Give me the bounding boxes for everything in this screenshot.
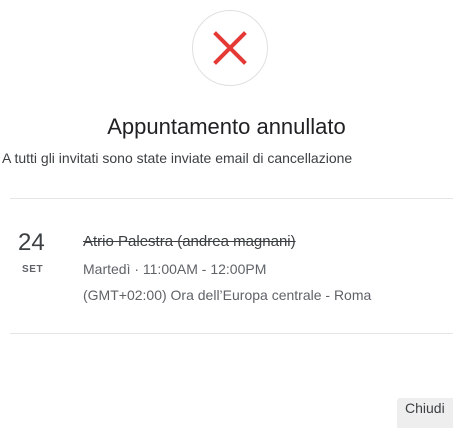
bottom-divider xyxy=(10,333,453,334)
top-divider xyxy=(10,198,453,199)
cancellation-dialog: Appuntamento annullato A tutti gli invit… xyxy=(0,0,453,428)
event-date-day: 24 xyxy=(18,229,45,256)
dialog-subtitle: A tutti gli invitati sono state inviate … xyxy=(2,150,353,166)
event-title: Atrio Palestra (andrea magnani) xyxy=(83,233,296,250)
status-circle xyxy=(192,10,268,86)
close-x-icon xyxy=(213,31,247,65)
close-button-label: Chiudi xyxy=(405,400,445,416)
event-time: Martedì · 11:00AM - 12:00PM xyxy=(83,261,267,277)
dialog-title: Appuntamento annullato xyxy=(107,114,346,139)
event-date-month: SET xyxy=(22,264,44,275)
event-timezone: (GMT+02:00) Ora dell’Europa centrale - R… xyxy=(83,287,372,303)
close-button[interactable]: Chiudi xyxy=(397,398,453,428)
